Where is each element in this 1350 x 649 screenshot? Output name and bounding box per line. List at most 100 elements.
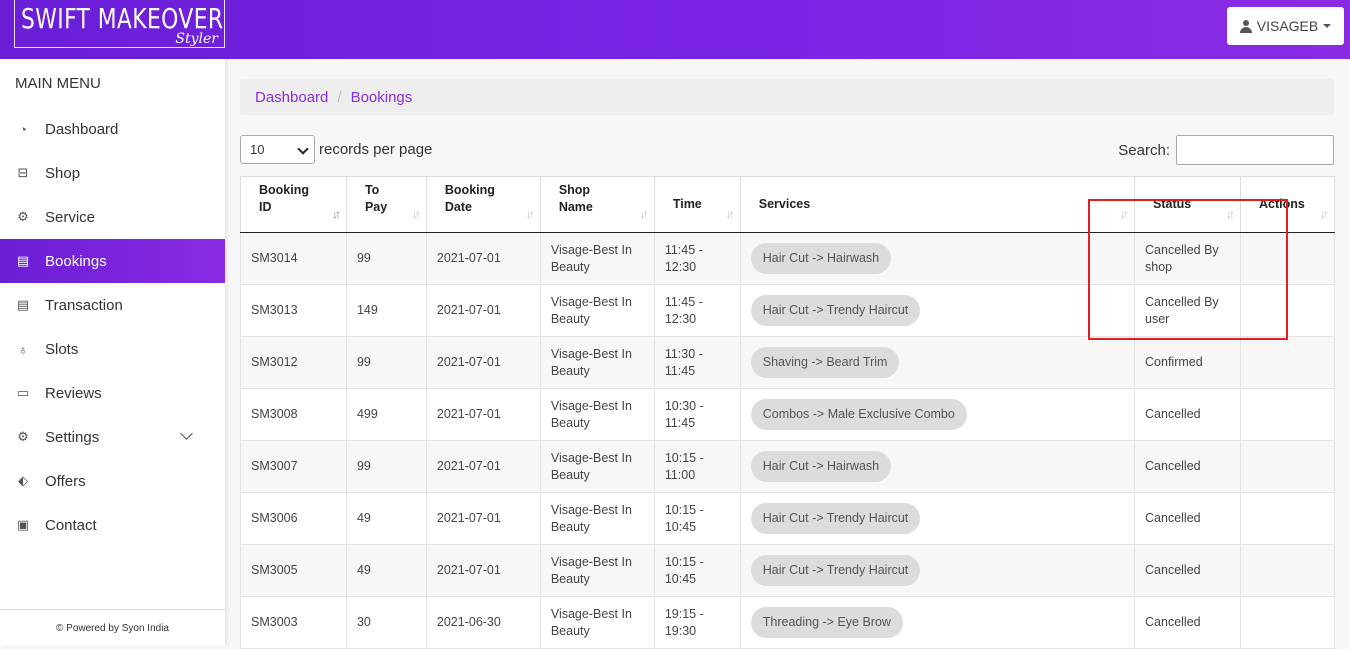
sidebar-item-label: Slots [45,340,79,358]
service-badge: Hair Cut -> Trendy Haircut [750,555,921,586]
column-header-time[interactable]: Time ↓↑ [654,176,741,233]
time-text: 10:15 - 10:45 [664,502,704,534]
breadcrumb: Dashboard / Bookings [240,79,1334,115]
sidebar-item-label: Settings [45,428,100,446]
service-badge: Hair Cut -> Hairwash [750,243,892,274]
status-text: Cancelled [1145,563,1201,577]
to-pay-cell: 49 [346,492,427,545]
chevron-down-icon [180,427,193,440]
service-cell: Hair Cut -> Trendy Haircut [740,492,1136,545]
sidebar-footer: © Powered by Syon India [0,609,225,646]
column-header-booking-id[interactable]: Booking ID ↓↑ [240,176,347,233]
service-cell: Hair Cut -> Hairwash [740,440,1136,493]
sidebar-item-label: Service [45,208,96,226]
breadcrumb-dashboard-link[interactable]: Dashboard [255,89,328,106]
sidebar-item-transaction[interactable]: ▤ Transaction [0,283,225,327]
service-badge: Hair Cut -> Trendy Haircut [750,503,921,534]
booking-date-cell: 2021-07-01 [426,336,541,389]
booking-id-text: SM3008 [251,407,298,421]
user-menu-button[interactable]: VISAGEB [1227,7,1344,45]
sidebar-item-dashboard[interactable]: ◔ Dashboard [0,107,225,151]
column-header-services[interactable]: Services ↓↑ [740,176,1136,233]
booking-date-text: 2021-07-01 [436,303,501,317]
booking-id-text: SM3013 [251,303,298,317]
shop-name-cell: Visage-Best In Beauty [540,388,655,441]
table-row[interactable]: SM3005 49 2021-07-01 Visage-Best In Beauty 1… [240,544,1335,597]
column-header-label: Booking Date [444,182,495,214]
time-cell: 10:30 - 11:45 [654,388,741,441]
booking-id-text: SM3007 [251,459,298,473]
booking-id-cell: SM3005 [240,544,347,597]
column-header-label: Services [758,197,811,211]
brand-logo[interactable]: SWIFT MAKEOVER Styler [14,0,225,48]
time-cell: 19:15 - 19:30 [654,596,741,649]
actions-cell[interactable] [1240,388,1335,441]
to-pay-text: 99 [356,251,371,265]
sidebar-item-slots[interactable]: ♁ Slots [0,327,225,371]
time-cell: 10:15 - 10:45 [654,492,741,545]
status-cell: Cancelled [1134,596,1241,649]
sort-icon: ↓↑ [331,207,341,221]
service-cell: Shaving -> Beard Trim [740,336,1136,389]
to-pay-cell: 99 [346,336,427,389]
sidebar-item-label: Transaction [45,296,123,314]
service-badge: Combos -> Male Exclusive Combo [750,399,967,430]
table-row[interactable]: SM3006 49 2021-07-01 Visage-Best In Beauty 1… [240,492,1335,545]
sidebar-item-label: Contact [45,516,97,534]
sidebar-item-offers[interactable]: ⬖ Offers [0,459,225,503]
column-header-to-pay[interactable]: To Pay ↓↑ [346,176,427,233]
shop-name-text: Visage-Best In Beauty [550,450,632,482]
booking-id-text: SM3014 [251,251,298,265]
to-pay-text: 499 [356,407,378,421]
service-cell: Hair Cut -> Hairwash [740,232,1136,285]
booking-id-cell: SM3003 [240,596,347,649]
status-text: Confirmed [1145,355,1203,369]
table-row[interactable]: SM3012 99 2021-07-01 Visage-Best In Beauty 1… [240,336,1335,389]
column-header-label: Shop Name [558,182,593,214]
actions-cell[interactable] [1240,492,1335,545]
booking-date-cell: 2021-07-01 [426,544,541,597]
gear-icon: ⚙ [17,429,29,444]
actions-cell[interactable] [1240,440,1335,493]
shop-name-cell: Visage-Best In Beauty [540,284,655,337]
briefcase-icon: ⊟ [17,165,29,180]
table-row[interactable]: SM3007 99 2021-07-01 Visage-Best In Beauty 1… [240,440,1335,493]
column-header-shop-name[interactable]: Shop Name ↓↑ [540,176,655,233]
to-pay-cell: 99 [346,232,427,285]
user-icon [1239,19,1252,33]
sidebar-item-settings[interactable]: ⚙ Settings [0,415,225,459]
time-text: 19:15 - 19:30 [664,606,704,638]
shop-name-text: Visage-Best In Beauty [550,606,632,638]
sidebar-menu: ◔ Dashboard ⊟ Shop ⚙ Service ▤ Bookings ▤ Transac… [0,107,225,547]
column-header-booking-date[interactable]: Booking Date ↓↑ [426,176,541,233]
table-row[interactable]: SM3003 30 2021-06-30 Visage-Best In Beauty 1… [240,596,1335,649]
booking-date-cell: 2021-06-30 [426,596,541,649]
sidebar-item-service[interactable]: ⚙ Service [0,195,225,239]
sidebar-item-bookings[interactable]: ▤ Bookings [0,239,225,283]
to-pay-text: 99 [356,355,371,369]
time-text: 10:30 - 11:45 [664,398,704,430]
time-text: 11:45 - 12:30 [664,294,703,326]
to-pay-cell: 99 [346,440,427,493]
sidebar-item-reviews[interactable]: ▭ Reviews [0,371,225,415]
time-text: 11:30 - 11:45 [664,346,703,378]
column-header-label: Booking ID [259,182,309,214]
sidebar-item-shop[interactable]: ⊟ Shop [0,151,225,195]
booking-id-text: SM3006 [251,511,298,525]
actions-cell[interactable] [1240,336,1335,389]
breadcrumb-bookings-link[interactable]: Bookings [351,89,413,106]
shop-name-cell: Visage-Best In Beauty [540,232,655,285]
search-input[interactable] [1176,135,1334,165]
to-pay-text: 49 [356,563,371,577]
time-text: 10:15 - 11:00 [664,450,704,482]
shop-name-cell: Visage-Best In Beauty [540,544,655,597]
to-pay-cell: 499 [346,388,427,441]
actions-cell[interactable] [1240,544,1335,597]
status-text: Cancelled [1145,459,1201,473]
page-length-select[interactable]: 10 [240,135,315,164]
actions-cell[interactable] [1240,596,1335,649]
sort-icon: ↓↑ [411,207,421,221]
booking-date-cell: 2021-07-01 [426,284,541,337]
table-row[interactable]: SM3008 499 2021-07-01 Visage-Best In Beauty… [240,388,1335,441]
sidebar-item-contact[interactable]: ▣ Contact [0,503,225,547]
